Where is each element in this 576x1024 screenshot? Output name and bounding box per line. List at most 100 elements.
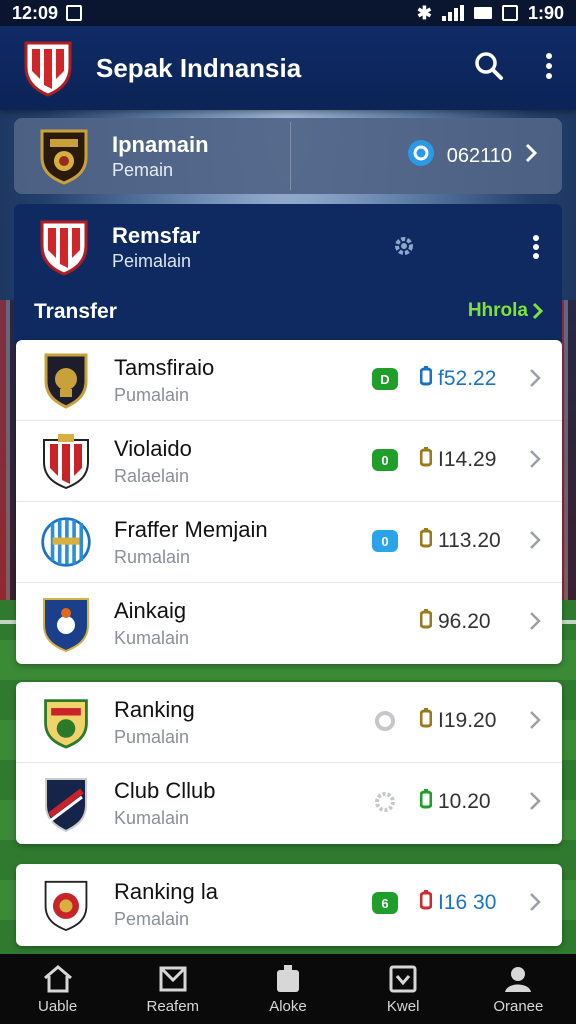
player-name: Ipnamain xyxy=(112,131,209,157)
chevron-right-icon[interactable] xyxy=(528,530,542,555)
item-sub: Pumalain xyxy=(114,384,190,405)
status-badge: 6 xyxy=(372,892,398,914)
club-crest-icon xyxy=(40,351,92,409)
see-all-label: Hhrola xyxy=(467,300,528,321)
list-item[interactable]: Fraffer Memjain Rumalain 0 113.20 xyxy=(16,502,562,583)
list-item[interactable]: Club Cllub Kumalain 10.20 xyxy=(16,763,562,844)
more-vertical-icon[interactable] xyxy=(532,234,540,265)
item-value: 113.20 xyxy=(438,529,501,552)
item-value: I16 30 xyxy=(438,891,497,914)
battery-icon xyxy=(473,7,492,19)
item-sub: Kumalain xyxy=(114,808,190,828)
more-menu-icon[interactable] xyxy=(544,52,554,85)
app-logo-icon xyxy=(22,39,74,97)
stadium-icon xyxy=(158,964,188,994)
list-item[interactable]: Violaido Ralaelain 0 I14.29 xyxy=(16,421,562,502)
club-crest-icon xyxy=(40,513,92,571)
item-sub: Ralaelain xyxy=(114,465,190,486)
item-sub: Pumalain xyxy=(114,726,190,747)
chevron-right-icon xyxy=(532,302,544,320)
nav-label: Reafem xyxy=(146,997,200,1015)
status-time: 12:09 xyxy=(12,2,59,23)
club-crest-icon xyxy=(40,876,92,934)
card-divider xyxy=(290,122,291,190)
nav-item-aloke[interactable]: Aloke xyxy=(233,964,343,1015)
chevron-right-icon[interactable] xyxy=(528,368,542,393)
transfer-panel: Remsfar Peimalain Transfer Hhrola xyxy=(14,204,562,344)
nav-item-kwel[interactable]: Kwel xyxy=(348,964,458,1015)
nav-label: Uable xyxy=(37,997,78,1015)
coin-icon xyxy=(419,447,433,473)
status-right-time: 1:90 xyxy=(527,2,564,23)
transfer-list: Tamsfiraio Pumalain Df52.22 Violaido Ralaela… xyxy=(16,340,562,664)
coin-icon xyxy=(407,139,435,173)
coin-icon xyxy=(419,366,433,392)
refresh-icon xyxy=(372,710,398,732)
status-badge: 0 xyxy=(372,449,398,471)
nav-label: Kwel xyxy=(386,997,420,1015)
nav-item-reafem[interactable]: Reafem xyxy=(118,964,228,1015)
chevron-right-icon[interactable] xyxy=(524,143,538,169)
item-name: Tamsfiraio xyxy=(114,354,215,380)
see-all-link[interactable]: Hhrola xyxy=(468,300,544,322)
club-crest-icon xyxy=(40,432,92,490)
item-value: 10.20 xyxy=(438,790,491,813)
data-icon xyxy=(501,5,518,21)
status-badge: 0 xyxy=(372,530,398,552)
chevron-right-icon[interactable] xyxy=(528,611,542,636)
list-item[interactable]: Ranking la Pemalain 6 I16 30 xyxy=(16,864,562,945)
player-role: Pemain xyxy=(112,159,174,180)
club-crest-icon xyxy=(40,693,92,751)
club-crest-icon xyxy=(38,218,90,276)
item-name: Ranking xyxy=(114,696,195,722)
nav-label: Oranee xyxy=(493,997,544,1015)
featured-player-card[interactable]: Ipnamain Pemain 062110 xyxy=(14,118,562,194)
chevron-right-icon[interactable] xyxy=(528,892,542,917)
item-value: 96.20 xyxy=(438,610,491,633)
club-crest-icon xyxy=(38,127,90,185)
nav-item-uable[interactable]: Uable xyxy=(3,964,113,1015)
panel-club-name: Remsfar xyxy=(112,222,201,248)
coin-icon xyxy=(419,609,433,635)
notification-icon xyxy=(66,5,83,21)
coin-icon xyxy=(419,789,433,815)
section-title: Transfer xyxy=(34,300,117,323)
bottom-navigation: Uable Reafem Aloke Kwel Oranee xyxy=(0,954,576,1024)
club-crest-icon xyxy=(40,595,92,653)
app-title: Sepak Indnansia xyxy=(96,52,302,83)
nav-item-oranee[interactable]: Oranee xyxy=(463,964,573,1015)
item-value: I19.20 xyxy=(438,709,497,732)
gear-icon[interactable] xyxy=(392,234,416,263)
app-bar: Sepak Indnansia xyxy=(0,26,576,110)
item-sub: Kumalain xyxy=(114,628,190,648)
list-item[interactable]: Ainkaig Kumalain 96.20 xyxy=(16,583,562,664)
list-item[interactable]: Tamsfiraio Pumalain Df52.22 xyxy=(16,340,562,421)
item-name: Fraffer Memjain xyxy=(114,516,268,542)
item-value: f52.22 xyxy=(438,367,497,390)
chart-icon xyxy=(388,964,418,994)
coin-icon xyxy=(419,890,433,916)
chevron-right-icon[interactable] xyxy=(528,791,542,816)
signal-icon xyxy=(441,5,464,21)
ranking-list-2: Ranking la Pemalain 6 I16 30 xyxy=(16,864,562,946)
item-name: Ainkaig xyxy=(114,598,187,623)
club-crest-icon xyxy=(40,775,92,833)
panel-club-sub: Peimalain xyxy=(112,250,192,271)
home-icon xyxy=(42,964,74,994)
search-icon[interactable] xyxy=(474,51,504,86)
coin-icon xyxy=(419,528,433,554)
item-name: Club Cllub xyxy=(114,778,216,803)
chevron-right-icon[interactable] xyxy=(528,449,542,474)
item-name: Ranking la xyxy=(114,879,218,904)
list-item[interactable]: Ranking Pumalain I19.20 xyxy=(16,682,562,763)
chevron-right-icon[interactable] xyxy=(528,710,542,735)
player-value: 062110 xyxy=(446,144,512,167)
status-bar: 12:09 ✱ 1:90 xyxy=(0,0,576,26)
coin-icon xyxy=(419,708,433,734)
item-value: I14.29 xyxy=(438,448,497,471)
gear-icon xyxy=(372,791,398,813)
bluetooth-icon: ✱ xyxy=(416,2,432,23)
person-icon xyxy=(503,964,533,994)
item-sub: Rumalain xyxy=(114,546,191,567)
item-sub: Pemalain xyxy=(114,909,190,929)
